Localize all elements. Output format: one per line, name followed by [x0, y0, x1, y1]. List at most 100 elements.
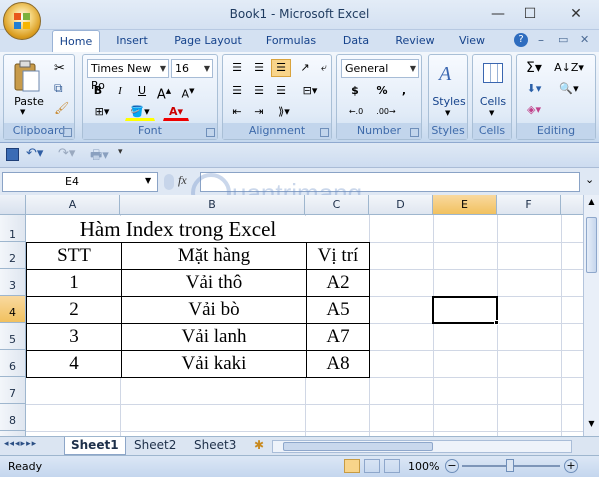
borders-icon[interactable]: ⊞▾ [89, 103, 115, 121]
scroll-down-icon[interactable]: ▼ [585, 419, 598, 433]
fill-icon[interactable]: ⬇▾ [521, 80, 547, 98]
sheet-tab-2[interactable]: Sheet2 [128, 437, 182, 455]
paste-dropdown-icon[interactable]: ▼ [20, 108, 25, 116]
customize-qat-icon[interactable]: ▾ [118, 147, 123, 157]
zoom-out-icon[interactable]: − [445, 459, 459, 473]
table-cell[interactable]: Vải lanh [122, 324, 306, 350]
name-box[interactable]: E4 ▼ [2, 172, 158, 192]
format-painter-icon[interactable]: 🖌 [54, 101, 69, 115]
chevron-down-icon[interactable]: ▼ [145, 176, 151, 185]
cells-group[interactable]: Cells ▼ Cells [472, 54, 512, 140]
row-header-5[interactable]: 5 [0, 323, 26, 350]
header-cell-stt[interactable]: STT [27, 243, 121, 269]
number-launcher-icon[interactable] [410, 128, 419, 137]
wrap-text-icon[interactable]: ⤶ [317, 59, 331, 77]
formula-input[interactable] [200, 172, 580, 192]
row-header-7[interactable]: 7 [0, 377, 26, 404]
redo-icon[interactable]: ↷▾ [58, 146, 75, 161]
tab-data[interactable]: Data [336, 30, 376, 52]
tab-insert[interactable]: Insert [108, 30, 156, 52]
align-left-icon[interactable]: ☰ [227, 82, 247, 100]
align-center-icon[interactable]: ☰ [249, 82, 269, 100]
underline-button[interactable]: U [133, 82, 151, 100]
column-header-e[interactable]: E [433, 195, 497, 215]
maximize-button[interactable]: ☐ [520, 5, 540, 23]
header-cell-mat-hang[interactable]: Mặt hàng [122, 243, 306, 269]
styles-group[interactable]: A Styles ▼ Styles [428, 54, 468, 140]
table-cell[interactable]: A8 [307, 351, 369, 377]
table-cell[interactable]: A7 [307, 324, 369, 350]
worksheet-grid[interactable]: A B C D E F 1 2 3 4 5 6 7 8 Hàm Index tr… [0, 195, 583, 436]
close-button[interactable]: ✕ [566, 5, 586, 23]
increase-decimal-icon[interactable]: ←.0 [343, 103, 369, 121]
percent-button[interactable]: % [373, 82, 391, 100]
row-header-8[interactable]: 8 [0, 404, 26, 431]
font-color-icon[interactable]: A▾ [163, 103, 189, 121]
font-size-dropdown[interactable]: 16 ▼ [171, 59, 213, 78]
insert-sheet-icon[interactable]: ✱ [248, 437, 270, 455]
column-header-a[interactable]: A [26, 195, 120, 215]
tab-home[interactable]: Home [52, 30, 100, 52]
ribbon-close-icon[interactable]: ✕ [580, 33, 589, 46]
ribbon-minimize-icon[interactable]: – [538, 33, 544, 47]
sheet-tab-3[interactable]: Sheet3 [188, 437, 242, 455]
decrease-indent-icon[interactable]: ⇤ [227, 103, 247, 121]
table-cell[interactable]: A5 [307, 297, 369, 323]
copy-icon[interactable]: ⧉ [54, 81, 63, 96]
align-top-icon[interactable]: ☰ [227, 59, 247, 77]
orientation-icon[interactable]: ↗ [295, 59, 315, 77]
zoom-in-icon[interactable]: + [564, 459, 578, 473]
print-preview-icon[interactable]: 🖶▾ [90, 146, 109, 168]
sheet-nav-arrows-icon[interactable]: ◂◂◂▸▸▸ [4, 439, 37, 449]
column-header-g[interactable] [561, 195, 583, 215]
font-launcher-icon[interactable] [206, 128, 215, 137]
fill-color-icon[interactable]: 🪣▾ [125, 103, 155, 121]
page-break-view-icon[interactable] [384, 459, 400, 473]
zoom-slider-thumb[interactable] [506, 459, 514, 472]
align-right-icon[interactable]: ☰ [271, 82, 291, 100]
tab-review[interactable]: Review [390, 30, 440, 52]
cut-icon[interactable]: ✂ [54, 61, 65, 76]
row-header-4[interactable]: 4 [0, 296, 26, 323]
active-cell-e4[interactable] [432, 296, 498, 324]
table-cell[interactable]: 1 [27, 270, 121, 296]
ribbon-restore-icon[interactable]: ▭ [558, 33, 568, 46]
insert-function-icon[interactable]: fx [178, 173, 187, 188]
sheet-title-cell[interactable]: Hàm Index trong Excel [26, 216, 330, 242]
table-cell[interactable]: Vải kaki [122, 351, 306, 377]
autosum-icon[interactable]: Σ▾ [521, 59, 547, 77]
column-header-f[interactable]: F [497, 195, 561, 215]
row-header-3[interactable]: 3 [0, 269, 26, 296]
scroll-up-icon[interactable]: ▲ [585, 197, 598, 211]
row-header-1[interactable]: 1 [0, 215, 26, 242]
column-header-b[interactable]: B [120, 195, 305, 215]
office-button[interactable] [3, 2, 41, 40]
text-direction-icon[interactable]: ⟫▾ [271, 103, 297, 121]
row-header-2[interactable]: 2 [0, 242, 26, 269]
table-cell[interactable]: Vải thô [122, 270, 306, 296]
align-bottom-icon[interactable]: ☰ [271, 59, 291, 77]
table-cell[interactable]: 3 [27, 324, 121, 350]
sheet-tab-1[interactable]: Sheet1 [64, 437, 126, 455]
increase-indent-icon[interactable]: ⇥ [249, 103, 269, 121]
normal-view-icon[interactable] [344, 459, 360, 473]
alignment-launcher-icon[interactable] [320, 128, 329, 137]
scroll-thumb[interactable] [586, 217, 597, 273]
find-select-icon[interactable]: 🔍▾ [551, 80, 587, 98]
shrink-font-icon[interactable]: A▼ [179, 82, 197, 101]
zoom-level[interactable]: 100% [408, 460, 439, 473]
header-cell-vi-tri[interactable]: Vị trí [307, 243, 369, 269]
grow-font-icon[interactable]: A▲ [155, 82, 173, 102]
table-cell[interactable]: Vải bò [122, 297, 306, 323]
paste-icon[interactable] [12, 59, 42, 93]
table-cell[interactable]: 2 [27, 297, 121, 323]
clipboard-launcher-icon[interactable] [63, 128, 72, 137]
align-middle-icon[interactable]: ☰ [249, 59, 269, 77]
select-all-corner[interactable] [0, 195, 26, 215]
table-cell[interactable]: A2 [307, 270, 369, 296]
font-name-dropdown[interactable]: Times New Ro ▼ [87, 59, 169, 92]
vertical-scrollbar[interactable]: ▲ ▼ [583, 195, 599, 436]
column-header-d[interactable]: D [369, 195, 433, 215]
expand-formula-icon[interactable]: ⌄ [585, 173, 594, 186]
page-layout-view-icon[interactable] [364, 459, 380, 473]
